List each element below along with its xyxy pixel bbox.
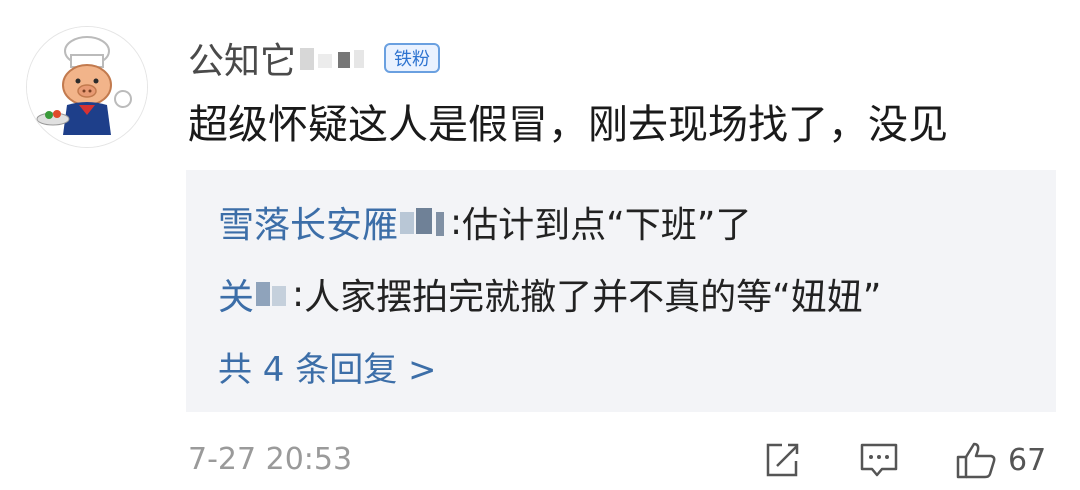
replies-panel: 雪落长安雁 : 估计到点“下班”了 关 : 人家摆拍完就撤了并不真的等“妞妞” …	[186, 170, 1056, 412]
blurred-username-part	[300, 40, 370, 76]
blurred-author-part	[256, 274, 292, 314]
reply-author[interactable]: 雪落长安雁	[218, 196, 398, 248]
pig-chef-avatar-image	[27, 27, 147, 147]
reply-author[interactable]: 关	[218, 268, 254, 320]
share-icon	[766, 443, 799, 477]
reply-separator: :	[292, 273, 305, 315]
comment-footer: 7-27 20:53 67	[188, 440, 1058, 480]
more-replies-link[interactable]: 共 4 条回复 >	[218, 342, 437, 391]
share-button[interactable]	[762, 440, 802, 480]
reply-item[interactable]: 关 : 人家摆拍完就撤了并不真的等“妞妞”	[218, 268, 881, 320]
reply-icon	[860, 443, 898, 477]
like-count: 67	[1008, 442, 1047, 478]
user-avatar[interactable]	[26, 26, 148, 148]
fan-badge: 铁粉	[384, 43, 441, 73]
reply-text: 估计到点“下班”了	[462, 205, 752, 246]
comment-text: 超级怀疑这人是假冒，刚去现场找了，没见	[188, 102, 948, 148]
reply-item[interactable]: 雪落长安雁 : 估计到点“下班”了	[218, 196, 751, 248]
reply-text: 人家摆拍完就撤了并不真的等“妞妞”	[304, 277, 882, 318]
reply-separator: :	[450, 201, 463, 243]
comment-username[interactable]: 公知它	[188, 32, 296, 84]
like-icon	[956, 442, 996, 479]
like-button[interactable]: 67	[954, 440, 1046, 480]
reply-button[interactable]	[858, 440, 900, 480]
comment-header: 公知它 铁粉	[188, 30, 441, 86]
comment-timestamp: 7-27 20:53	[188, 442, 353, 477]
blurred-author-part	[400, 202, 450, 242]
